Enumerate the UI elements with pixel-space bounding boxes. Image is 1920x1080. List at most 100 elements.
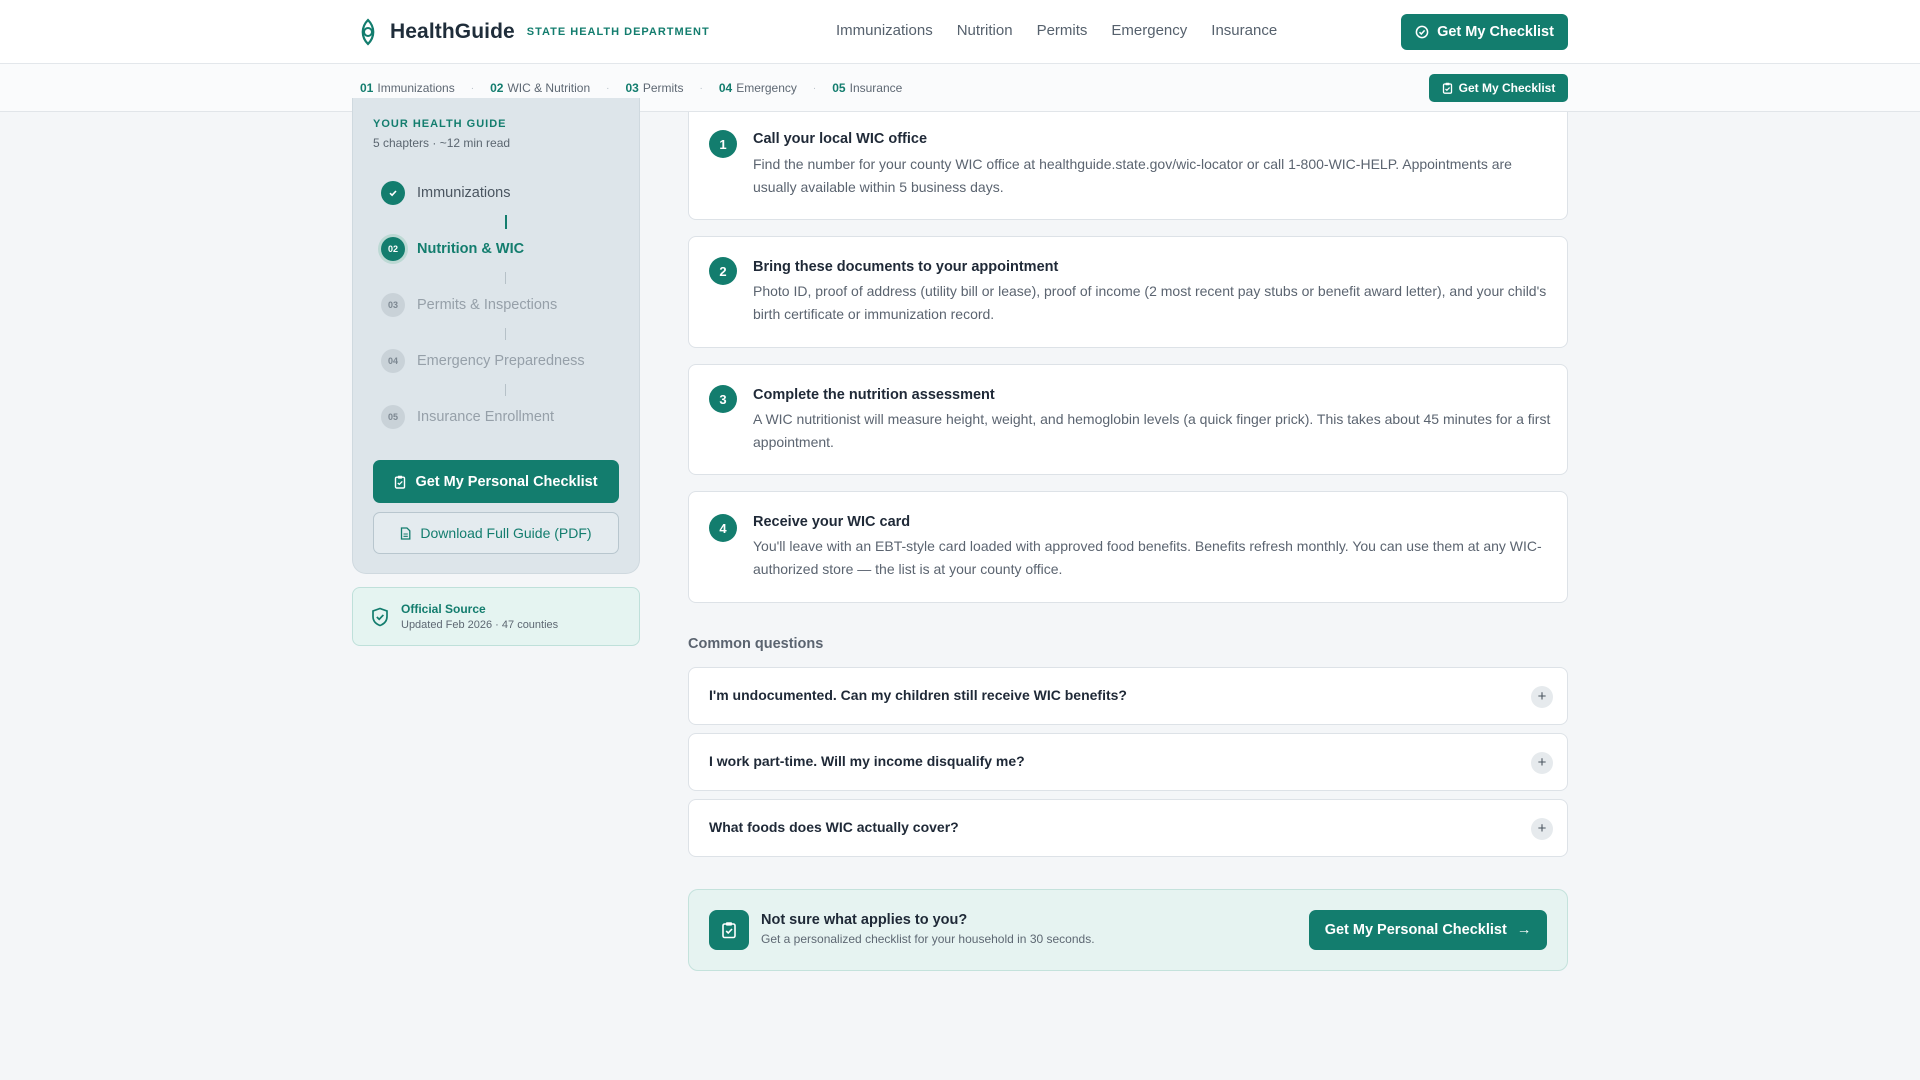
clipboard-icon (1442, 82, 1452, 94)
chapter-num: 03 (625, 81, 639, 95)
sidebar-step-insurance[interactable]: 05 Insurance Enrollment (381, 405, 554, 429)
chapter-separator: · (699, 82, 703, 94)
sidebar-step-nutrition[interactable]: 02 Nutrition & WIC (381, 237, 524, 261)
chapter-links: 01 Immunizations · 02 WIC & Nutrition · 03… (360, 81, 902, 95)
step-card-1: 1 Call your local WIC office Find the nu… (688, 112, 1568, 220)
personal-checklist-label: Get My Personal Checklist (415, 473, 598, 490)
shield-check-icon (372, 607, 388, 627)
step-description: Photo ID, proof of address (utility bill… (753, 283, 1547, 322)
step-number-badge: 04 (381, 349, 405, 373)
check-icon (381, 181, 405, 205)
step-card-3: 3 Complete the nutrition assessment A WI… (688, 364, 1568, 475)
sidebar-meta: 5 chapters · ~12 min read (373, 136, 511, 150)
cta-title: Not sure what applies to you? (761, 912, 968, 928)
nav-permits[interactable]: Permits (1037, 22, 1088, 39)
chapter-separator: · (812, 82, 817, 94)
plus-icon[interactable]: + (1531, 818, 1553, 840)
faq-item[interactable]: I work part-time. Will my income disqual… (688, 733, 1568, 791)
cta-button-label: Get My Personal Checklist (1324, 922, 1507, 938)
step-description: Find the number for your county WIC offi… (753, 156, 1512, 195)
nav-insurance[interactable]: Insurance (1211, 22, 1277, 39)
sidebar-step-label: Permits & Inspections (417, 297, 558, 313)
faq-item[interactable]: What foods does WIC actually cover? + (688, 799, 1568, 857)
nav-emergency[interactable]: Emergency (1111, 22, 1187, 39)
download-pdf-button[interactable]: Download Full Guide (PDF) (373, 512, 619, 554)
get-checklist-label: Get My Checklist (1437, 24, 1554, 40)
clipboard-icon (709, 910, 749, 950)
logo-icon (361, 18, 375, 46)
step-number-badge: 3 (709, 385, 737, 413)
step-number-badge: 2 (709, 257, 737, 285)
chapter-link-04[interactable]: 04 Emergency (719, 81, 797, 95)
step-connector (505, 328, 506, 340)
arrow-right-icon: → (1516, 922, 1532, 938)
get-checklist-button[interactable]: Get My Checklist (1401, 14, 1568, 50)
sidebar-step-label: Emergency Preparedness (417, 353, 585, 369)
plus-icon[interactable]: + (1531, 686, 1553, 708)
source-title: Official Source (401, 602, 486, 616)
chapterbar-checklist-label: Get My Checklist (1458, 81, 1556, 95)
chapter-label: Immunizations (377, 81, 455, 95)
chapter-link-03[interactable]: 03 Permits (625, 81, 683, 95)
official-source-card: Official Source Updated Feb 2026 · 47 co… (352, 587, 640, 646)
chapter-link-02[interactable]: 02 WIC & Nutrition (490, 81, 590, 95)
step-connector (505, 272, 506, 284)
document-icon (401, 526, 411, 540)
main-nav: Immunizations Nutrition Permits Emergenc… (836, 22, 1277, 39)
sidebar-step-label: Insurance Enrollment (417, 409, 555, 425)
step-connector (505, 384, 506, 396)
chapter-link-05[interactable]: 05 Insurance (832, 81, 902, 95)
chapter-num: 01 (360, 81, 374, 95)
sidebar-step-permits[interactable]: 03 Permits & Inspections (381, 293, 557, 317)
faq-item[interactable]: I'm undocumented. Can my children still … (688, 667, 1568, 725)
step-card-2: 2 Bring these documents to your appointm… (688, 236, 1568, 348)
step-description: A WIC nutritionist will measure height, … (753, 411, 1551, 450)
sidebar-label: YOUR HEALTH GUIDE (373, 118, 507, 130)
nav-nutrition[interactable]: Nutrition (957, 22, 1013, 39)
sidebar-step-label: Nutrition & WIC (417, 241, 525, 257)
chapter-num: 02 (490, 81, 504, 95)
sidebar-step-immunizations[interactable]: Immunizations (381, 181, 510, 205)
brand-name: HealthGuide (390, 20, 515, 43)
step-number-badge: 4 (709, 514, 737, 542)
top-header: HealthGuide STATE HEALTH DEPARTMENT Immu… (0, 0, 1920, 64)
step-number-badge: 1 (709, 130, 737, 158)
chapterbar-checklist-button[interactable]: Get My Checklist (1429, 74, 1568, 102)
step-card-4: 4 Receive your WIC card You'll leave wit… (688, 491, 1568, 603)
nav-immunizations[interactable]: Immunizations (836, 22, 933, 39)
cta-checklist-button[interactable]: Get My Personal Checklist → (1309, 910, 1547, 950)
chapter-label: Insurance (849, 81, 903, 95)
step-number-badge: 03 (381, 293, 405, 317)
personal-checklist-button[interactable]: Get My Personal Checklist (373, 460, 619, 503)
step-title: Call your local WIC office (753, 131, 928, 147)
faq-heading: Common questions (688, 636, 824, 652)
plus-icon[interactable]: + (1531, 752, 1553, 774)
step-number-badge: 05 (381, 405, 405, 429)
sidebar-step-label: Immunizations (417, 185, 511, 201)
chapter-label: WIC & Nutrition (507, 81, 591, 95)
chapter-num: 05 (832, 81, 846, 95)
step-connector (505, 215, 507, 229)
step-title: Complete the nutrition assessment (753, 387, 995, 403)
source-updated: Updated Feb 2026 · 47 counties (401, 619, 559, 631)
faq-question: What foods does WIC actually cover? (709, 819, 959, 835)
chapter-link-01[interactable]: 01 Immunizations (360, 81, 455, 95)
brand[interactable]: HealthGuide STATE HEALTH DEPARTMENT (356, 18, 710, 46)
chapter-label: Permits (642, 81, 684, 95)
cta-subtitle: Get a personalized checklist for your ho… (761, 932, 1095, 946)
clipboard-icon (395, 475, 406, 489)
step-number-badge: 02 (381, 237, 405, 261)
chapter-num: 04 (718, 81, 733, 95)
faq-question: I'm undocumented. Can my children still … (709, 687, 1127, 703)
chapter-label: Emergency (736, 81, 797, 95)
check-circle-icon (1415, 25, 1429, 39)
step-title: Receive your WIC card (753, 514, 911, 530)
brand-subtitle: STATE HEALTH DEPARTMENT (526, 26, 710, 38)
chapter-bar: 01 Immunizations · 02 WIC & Nutrition · 03… (0, 64, 1920, 112)
chapter-separator: · (470, 82, 475, 94)
faq-question: I work part-time. Will my income disqual… (709, 753, 1025, 769)
checklist-cta-banner: Not sure what applies to you? Get a pers… (688, 889, 1568, 971)
chapter-separator: · (606, 82, 610, 94)
step-description: You'll leave with an EBT-style card load… (753, 538, 1542, 577)
sidebar-step-emergency[interactable]: 04 Emergency Preparedness (381, 349, 585, 373)
